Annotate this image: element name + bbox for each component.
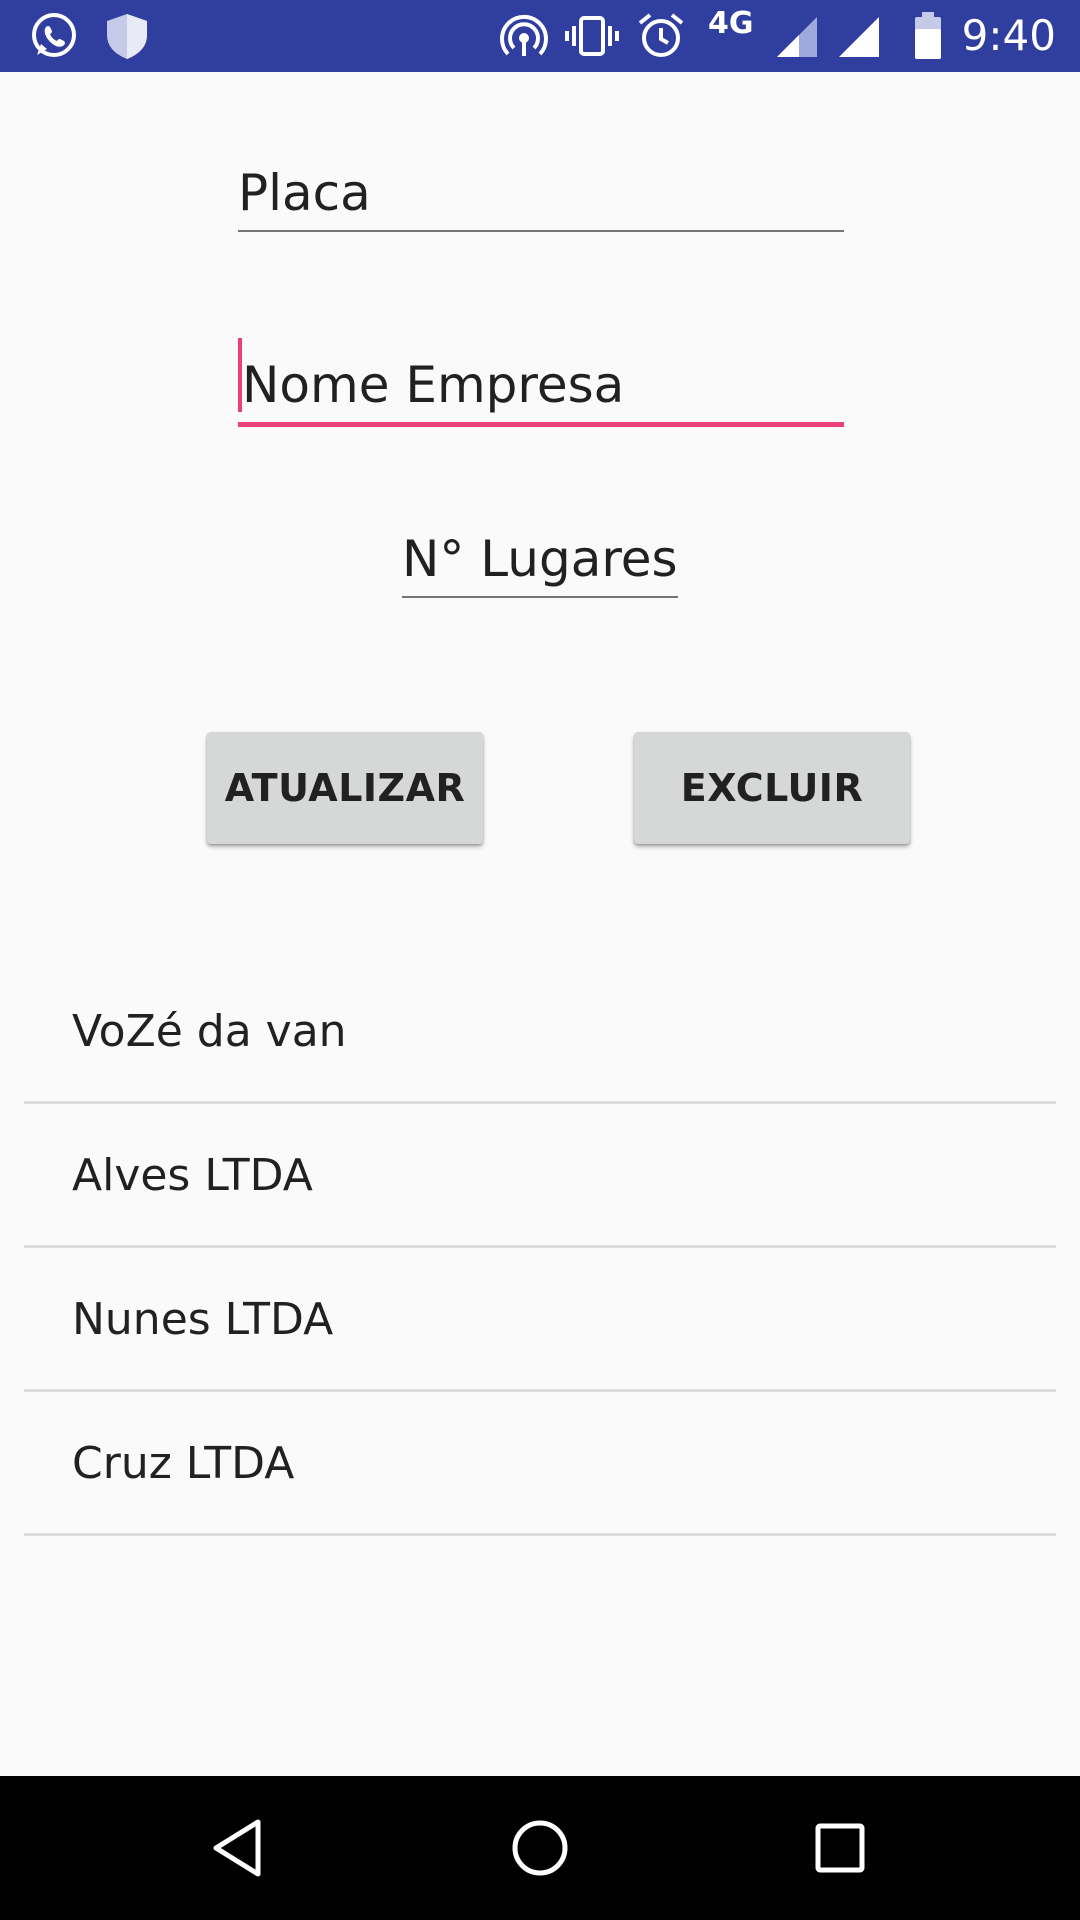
list-item[interactable]: Alves LTDA	[24, 1104, 1056, 1248]
atualizar-button-label: ATUALIZAR	[224, 766, 466, 810]
navigation-bar	[0, 1776, 1080, 1920]
nome-empresa-hint: Nome Empresa	[242, 356, 625, 414]
network-type-label: 4G	[708, 6, 754, 41]
home-icon[interactable]	[504, 1812, 576, 1884]
status-bar: 4G 9:40	[0, 0, 1080, 72]
signal-icon	[772, 0, 820, 72]
excluir-button[interactable]: EXCLUIR	[634, 732, 910, 844]
nome-empresa-input[interactable]: Nome Empresa	[238, 330, 844, 427]
atualizar-button[interactable]: ATUALIZAR	[207, 732, 483, 844]
list-item[interactable]: Cruz LTDA	[24, 1392, 1056, 1536]
list-item-label: VoZé da van	[72, 1006, 347, 1057]
recents-icon[interactable]	[804, 1812, 876, 1884]
list-item-label: Nunes LTDA	[72, 1294, 334, 1345]
status-time: 9:40	[961, 11, 1056, 60]
whatsapp-icon	[26, 0, 82, 72]
list-item[interactable]: VoZé da van	[24, 960, 1056, 1104]
lugares-input[interactable]: N° Lugares	[402, 506, 678, 598]
placa-hint: Placa	[238, 164, 371, 222]
list-item-label: Alves LTDA	[72, 1150, 313, 1201]
lugares-hint: N° Lugares	[402, 530, 678, 588]
vibrate-icon	[562, 0, 622, 72]
list-item-label: Cruz LTDA	[72, 1438, 295, 1489]
excluir-button-label: EXCLUIR	[680, 766, 864, 810]
company-list: VoZé da van Alves LTDA Nunes LTDA Cruz L…	[24, 960, 1056, 1536]
alarm-icon	[634, 0, 688, 72]
shield-icon	[100, 0, 154, 72]
placa-input[interactable]: Placa	[238, 140, 844, 232]
wifi-signal-icon	[834, 0, 882, 72]
battery-icon	[908, 0, 948, 72]
hotspot-icon	[496, 0, 552, 72]
back-icon[interactable]	[204, 1812, 276, 1884]
app-screen: 4G 9:40 Placa Nome Empresa N° Lugares AT…	[0, 0, 1080, 1920]
list-item[interactable]: Nunes LTDA	[24, 1248, 1056, 1392]
